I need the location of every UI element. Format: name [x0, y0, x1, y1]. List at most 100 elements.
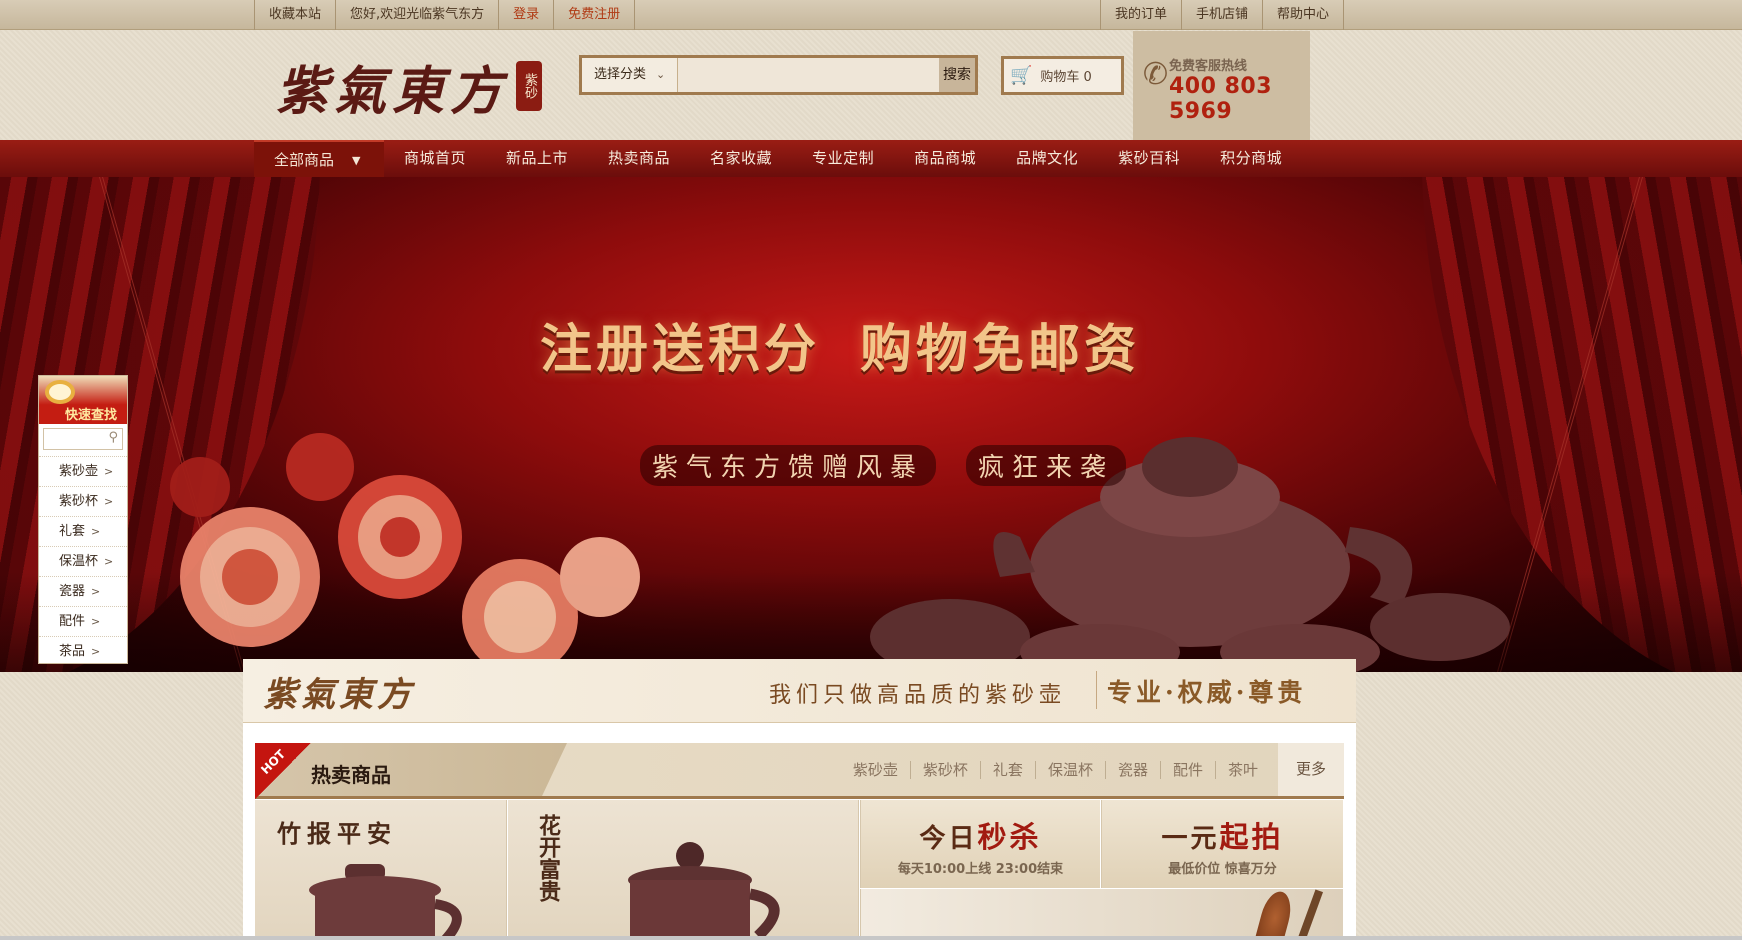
quick-find-label: 紫砂壶 [59, 464, 99, 479]
flash-sale-subtitle: 每天10:00上线 23:00结束 [897, 862, 1064, 877]
quick-find-title: 快速查找 [65, 408, 118, 423]
cart-icon: 🛒 [1010, 65, 1033, 86]
cart-button[interactable]: 🛒 购物车 0 [1001, 56, 1124, 95]
mobile-store-link[interactable]: 手机店铺 [1182, 0, 1263, 30]
banner-headline-2: 购物免邮资 [860, 320, 1141, 380]
banner-headline: 注册送积分 购物免邮资 [540, 307, 1140, 382]
banner-sub-2: 疯狂来袭 [966, 445, 1127, 486]
quick-find-label: 礼套 [59, 524, 86, 539]
nav-item-brand[interactable]: 品牌文化 [996, 140, 1098, 177]
auction-subtitle: 最低价位 惊喜万分 [1168, 862, 1277, 877]
nav-item-home[interactable]: 商城首页 [384, 140, 486, 177]
quick-find-header: 快速查找 [39, 376, 127, 424]
quick-find-item-cup[interactable]: 紫砂杯 > [39, 486, 127, 516]
tab-giftset[interactable]: 礼套 [981, 760, 1036, 779]
logo-text: 紫氣東方 [276, 60, 509, 122]
auction-title-a: 一元 [1161, 824, 1220, 854]
nav-item-hot[interactable]: 热卖商品 [588, 140, 690, 177]
hotline-label: 免费客服热线 [1169, 59, 1248, 74]
top-utility-bar: 收藏本站 您好,欢迎光临紫气东方 登录 免费注册 我的订单 手机店铺 帮助中心 [0, 0, 1742, 30]
nav-item-custom[interactable]: 专业定制 [792, 140, 894, 177]
nav-item-collection[interactable]: 名家收藏 [690, 140, 792, 177]
quick-find-label: 保温杯 [59, 554, 99, 569]
site-logo[interactable]: 紫氣東方 紫砂 [276, 51, 543, 122]
quick-find-item-tea[interactable]: 茶品 > [39, 636, 127, 666]
login-link[interactable]: 登录 [499, 0, 555, 30]
banner-headline-1: 注册送积分 [540, 320, 821, 380]
teacup-image [628, 842, 780, 940]
all-categories-label: 全部商品 [274, 151, 335, 169]
arrow-right-icon: > [91, 645, 101, 658]
flash-sale-banner[interactable]: 今日秒杀 每天10:00上线 23:00结束 [860, 800, 1100, 888]
slogan-strip: 紫氣東方 我们只做高品质的紫砂壶 专业·权威·尊贵 [243, 659, 1356, 723]
cart-label: 购物车 0 [1040, 70, 1092, 85]
my-orders-link[interactable]: 我的订单 [1099, 0, 1182, 30]
bookmark-link[interactable]: 收藏本站 [254, 0, 337, 30]
tab-teapot[interactable]: 紫砂壶 [841, 760, 911, 779]
tab-cup[interactable]: 紫砂杯 [911, 760, 981, 779]
quick-find-search-input[interactable]: ⚲ [43, 428, 123, 450]
hotline-number: 400 803 5969 [1169, 74, 1273, 124]
more-link[interactable]: 更多 [1278, 743, 1344, 796]
hero-banner[interactable]: 注册送积分 购物免邮资 紫气东方馈赠风暴 疯狂来袭 [0, 177, 1742, 672]
quick-find-label: 配件 [59, 614, 86, 629]
caret-down-icon: ▼ [352, 154, 361, 167]
search-input[interactable] [678, 58, 939, 92]
quick-find-item-teapot[interactable]: 紫砂壶 > [39, 456, 127, 486]
arrow-right-icon: > [91, 525, 101, 538]
search-category-label: 选择分类 [594, 67, 647, 82]
quick-find-item-porcelain[interactable]: 瓷器 > [39, 576, 127, 606]
quick-find-label: 瓷器 [59, 584, 86, 599]
product-name: 竹报平安 [277, 819, 397, 848]
register-link[interactable]: 免费注册 [554, 0, 636, 30]
nav-item-wiki[interactable]: 紫砂百科 [1098, 140, 1200, 177]
logo-seal: 紫砂 [516, 61, 543, 111]
quick-find-item-giftset[interactable]: 礼套 > [39, 516, 127, 546]
arrow-right-icon: > [104, 555, 114, 568]
search-icon[interactable]: ⚲ [108, 430, 118, 445]
slogan-motto: 我们只做高品质的紫砂壶 [769, 683, 1067, 708]
arrow-right-icon: > [104, 465, 114, 478]
promo-banner-bottom[interactable] [860, 889, 1343, 940]
arrow-right-icon: > [91, 585, 101, 598]
hot-category-tabs: 紫砂壶 紫砂杯 礼套 保温杯 瓷器 配件 茶叶 [841, 743, 1270, 796]
auction-title-b: 起拍 [1219, 820, 1284, 854]
nav-item-mall[interactable]: 商品商城 [894, 140, 996, 177]
all-categories-button[interactable]: 全部商品 ▼ [254, 140, 384, 177]
slogan-brand: 紫氣東方 [263, 675, 415, 715]
one-yuan-auction-banner[interactable]: 一元起拍 最低价位 惊喜万分 [1101, 800, 1343, 888]
quick-find-label: 茶品 [59, 644, 86, 659]
product-name: 花开富贵 [535, 814, 561, 902]
nav-item-new[interactable]: 新品上市 [486, 140, 588, 177]
peony-flowers-image [170, 433, 640, 672]
site-header: 紫氣東方 紫砂 选择分类 ⌄ 搜索 🛒 购物车 0 ✆ 免费客服热线 400 8… [0, 31, 1742, 140]
brush-image [1254, 889, 1296, 940]
product-tile[interactable]: 竹报平安 [255, 800, 507, 940]
slogan-divider [1096, 671, 1097, 709]
search-button[interactable]: 搜索 [939, 58, 975, 92]
chevron-down-icon: ⌄ [656, 68, 666, 81]
tab-thermos[interactable]: 保温杯 [1036, 760, 1106, 779]
welcome-text: 您好,欢迎光临紫气东方 [336, 0, 500, 30]
quick-find-panel: 快速查找 ⚲ 紫砂壶 > 紫砂杯 > 礼套 > 保温杯 > 瓷器 > 配件 > 茶品 > [38, 375, 128, 664]
brush-handle-image [1294, 889, 1324, 940]
hot-products-header: HOT 热卖商品 紫砂壶 紫砂杯 礼套 保温杯 瓷器 配件 茶叶 更多 [255, 743, 1344, 799]
tab-accessories[interactable]: 配件 [1161, 760, 1216, 779]
search-category-select[interactable]: 选择分类 ⌄ [582, 58, 678, 92]
hot-badge-label: HOT [258, 746, 289, 778]
product-tile[interactable]: 花开富贵 [508, 800, 859, 940]
auction-title: 一元起拍 [1102, 814, 1343, 856]
tab-tea[interactable]: 茶叶 [1216, 761, 1270, 779]
help-center-link[interactable]: 帮助中心 [1263, 0, 1344, 30]
flash-sale-title-b: 秒杀 [977, 820, 1042, 854]
flash-sale-title: 今日秒杀 [861, 814, 1100, 856]
hot-products-title: 热卖商品 [311, 763, 391, 787]
main-nav: 全部商品 ▼ 商城首页 新品上市 热卖商品 名家收藏 专业定制 商品商城 品牌文… [0, 140, 1742, 177]
quick-find-item-thermos[interactable]: 保温杯 > [39, 546, 127, 576]
nav-item-points[interactable]: 积分商城 [1200, 140, 1302, 177]
horizontal-scrollbar[interactable] [0, 936, 1742, 940]
quick-find-item-accessories[interactable]: 配件 > [39, 606, 127, 636]
arrow-right-icon: > [91, 615, 101, 628]
tab-porcelain[interactable]: 瓷器 [1106, 760, 1161, 779]
search-bar: 选择分类 ⌄ 搜索 [579, 55, 978, 95]
